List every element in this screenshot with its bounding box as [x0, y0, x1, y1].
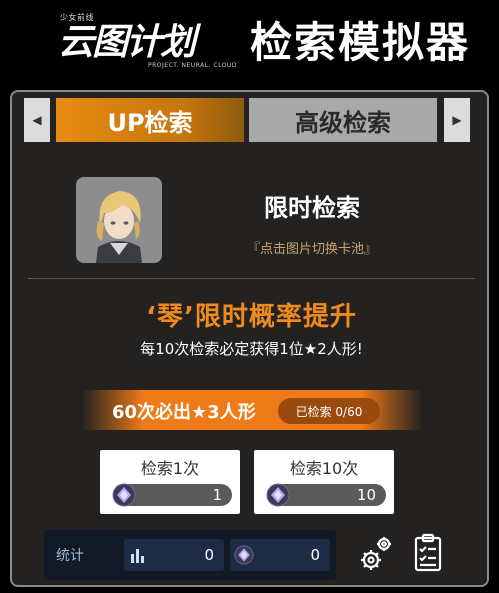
history-log-button[interactable]: [412, 532, 444, 574]
pull-1-label: 检索1次: [140, 459, 200, 478]
pity-count-badge: 已检索 0/60: [278, 398, 380, 424]
logo-sub-text: PROJECT. NEURAL. CLOUD: [148, 62, 237, 69]
pool-title: 限时检索: [264, 194, 360, 222]
chevron-right-icon: ▶: [452, 113, 462, 127]
divider: [28, 278, 475, 279]
rate-up-text: ‘琴’限时概率提升: [146, 302, 357, 332]
character-portrait-icon: [76, 177, 162, 263]
settings-button[interactable]: [358, 534, 394, 574]
stat-gems: 0: [230, 539, 330, 571]
pull-1-button[interactable]: 检索1次 1: [100, 450, 240, 514]
tab-up-search[interactable]: UP检索: [56, 98, 244, 142]
app-header: 少女前线 云图计划 PROJECT. NEURAL. CLOUD 检索模拟器: [0, 0, 499, 90]
tab-next-button[interactable]: ▶: [444, 98, 470, 142]
pull-1-cost: 1: [112, 483, 232, 507]
logo-main-text: 云图计划: [58, 21, 196, 63]
pull-10-cost-value: 10: [356, 486, 376, 504]
chevron-left-icon: ◀: [32, 113, 42, 127]
gem-icon: [234, 545, 254, 565]
pull-10-cost: 10: [266, 483, 386, 507]
pity-text: 60次必出★3人形: [112, 402, 256, 423]
tab-prev-button[interactable]: ◀: [24, 98, 50, 142]
stat-pulls-value: 0: [204, 546, 214, 564]
game-logo: 少女前线 云图计划 PROJECT. NEURAL. CLOUD: [58, 12, 236, 74]
page-title: 检索模拟器: [250, 18, 471, 67]
pool-switch-hint: 『点击图片切换卡池』: [246, 242, 377, 257]
pool-character-portrait[interactable]: [76, 177, 162, 263]
pull-10-button[interactable]: 检索10次 10: [254, 450, 394, 514]
stats-bar: 统计 0 0: [44, 530, 336, 580]
bar-chart-icon: [131, 549, 144, 563]
pull-10-label: 检索10次: [289, 459, 359, 478]
pull-1-cost-value: 1: [212, 486, 222, 504]
checklist-icon: [414, 533, 442, 572]
guarantee-text: 每10次检索必定获得1位★2人形!: [140, 340, 363, 358]
gear-icon: [361, 537, 391, 570]
gem-icon: [112, 483, 136, 507]
stat-pulls: 0: [124, 539, 224, 571]
stat-gems-value: 0: [310, 546, 320, 564]
stats-label: 统计: [56, 548, 84, 564]
tab-advanced-search[interactable]: 高级检索: [249, 98, 437, 142]
gem-icon: [266, 483, 290, 507]
gacha-panel: ◀ UP检索 高级检索 ▶ 限时检索 『点击图片切换卡池』 ‘琴’限时概率提升 …: [10, 90, 489, 587]
